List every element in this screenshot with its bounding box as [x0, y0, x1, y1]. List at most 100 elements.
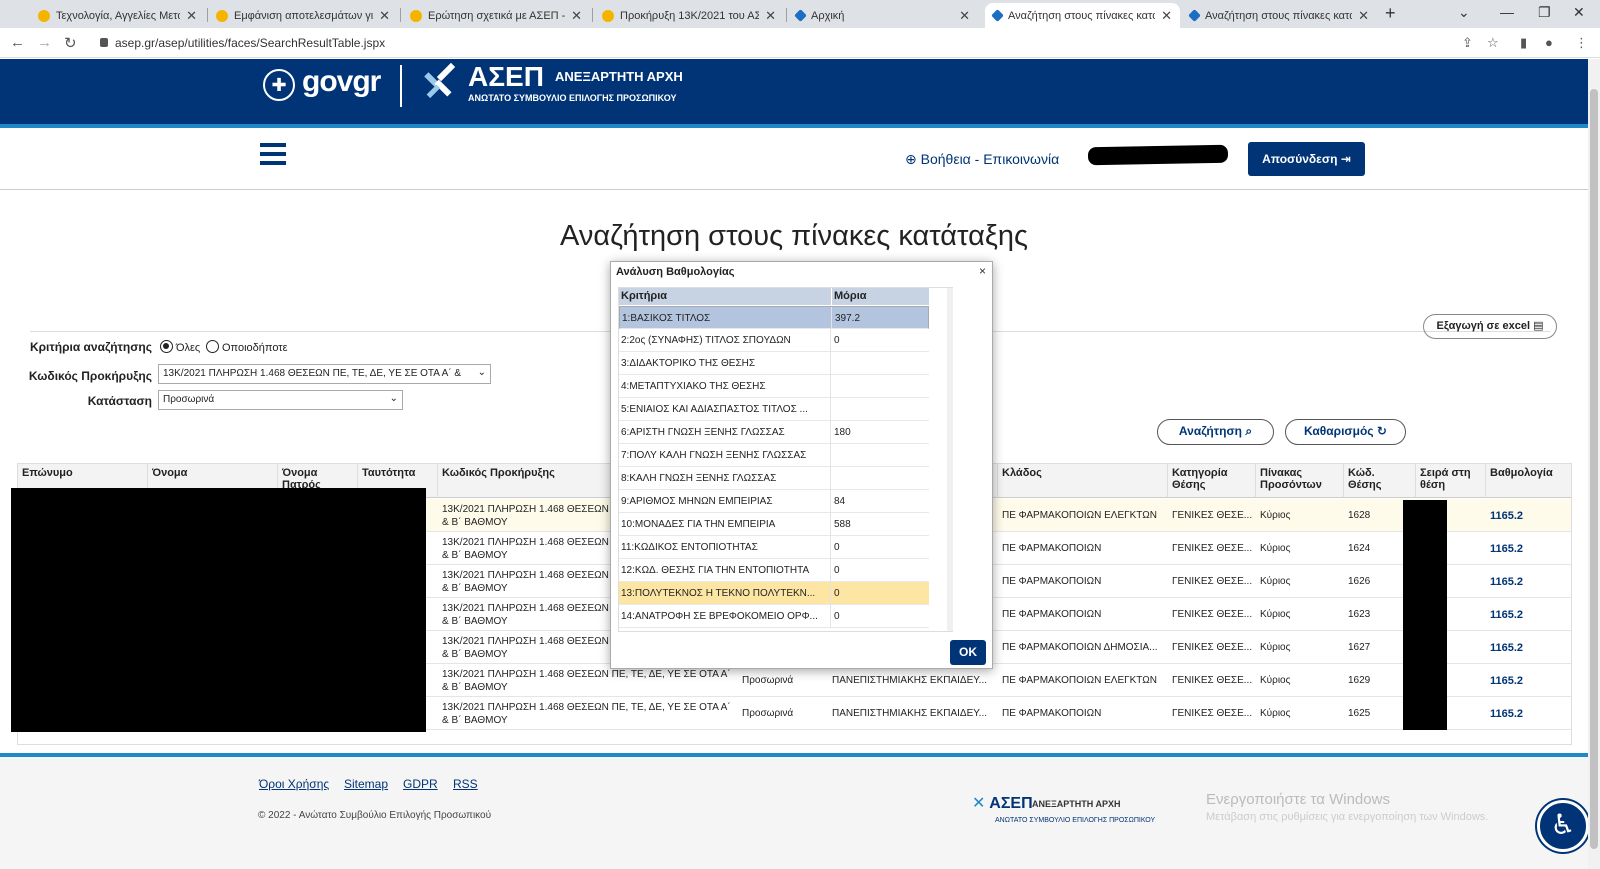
- url-field[interactable]: asep.gr/asep/utilities/faces/SearchResul…: [115, 36, 385, 50]
- ok-button[interactable]: OK: [950, 640, 986, 665]
- browser-tab-active[interactable]: Αναζήτηση στους πίνακες κατά ✕: [985, 3, 1180, 28]
- footer-link-gdpr[interactable]: GDPR: [403, 777, 438, 791]
- restore-icon[interactable]: ❐: [1538, 4, 1551, 21]
- category-cell: ΓΕΝΙΚΕΣ ΘΕΣΕ...: [1172, 609, 1253, 620]
- sidebar-icon[interactable]: ▮: [1520, 35, 1527, 51]
- new-tab-icon[interactable]: +: [1385, 3, 1396, 24]
- score-link[interactable]: 1165.2: [1486, 598, 1571, 631]
- status-select[interactable]: Προσωρινά ⌄: [158, 390, 403, 410]
- qual-table-cell: Κύριος: [1260, 708, 1291, 719]
- criteria-row[interactable]: 13:ΠΟΛΥΤΕΚΝΟΣ Η ΤΕΚΝΟ ΠΟΛΥΤΕΚΝ... 0: [619, 582, 929, 605]
- col-header-position-code[interactable]: Κώδ. Θέσης: [1344, 464, 1416, 498]
- chevron-down-icon[interactable]: ⌄: [1458, 4, 1470, 21]
- radio-all[interactable]: [160, 340, 173, 353]
- score-link[interactable]: 1165.2: [1486, 631, 1571, 664]
- criteria-row[interactable]: 12:ΚΩΔ. ΘΕΣΗΣ ΓΙΑ ΤΗΝ ΕΝΤΟΠΙΟΤΗΤΑ 0: [619, 559, 929, 582]
- col-header-rank[interactable]: Σειρά στη θέση: [1416, 464, 1486, 498]
- criteria-row[interactable]: 7:ΠΟΛΥ ΚΑΛΗ ΓΝΩΣΗ ΞΕΝΗΣ ΓΛΩΣΣΑΣ: [619, 444, 929, 467]
- menu-dots-icon[interactable]: ⋮: [1575, 35, 1588, 51]
- dialog-scrollbar[interactable]: [947, 288, 953, 631]
- criteria-row[interactable]: 5:ΕΝΙΑΙΟΣ ΚΑΙ ΑΔΙΑΣΠΑΣΤΟΣ ΤΙΤΛΟΣ ...: [619, 398, 929, 421]
- forward-icon[interactable]: →: [37, 34, 52, 51]
- criteria-row[interactable]: 11:ΚΩΔΙΚΟΣ ΕΝΤΟΠΙΟΤΗΤΑΣ 0: [619, 536, 929, 559]
- criteria-label: 2:2ος (ΣΥΝΑΦΗΣ) ΤΙΤΛΟΣ ΣΠΟΥΔΩΝ: [621, 329, 831, 352]
- close-window-icon[interactable]: ✕: [1573, 4, 1585, 21]
- browser-tab[interactable]: Ερώτηση σχετικά με ΑΣΕΠ - Μι ✕: [402, 3, 590, 28]
- page-title: Αναζήτηση στους πίνακες κατάταξης: [560, 220, 1028, 252]
- clear-button[interactable]: Καθαρισμός ↻: [1285, 419, 1406, 445]
- logout-icon: ⇥: [1340, 152, 1351, 166]
- radio-any[interactable]: [206, 340, 219, 353]
- radio-any-label: Οποιοδήποτε: [222, 342, 288, 354]
- criteria-row[interactable]: 4:ΜΕΤΑΠΤΥΧΙΑΚΟ ΤΗΣ ΘΕΣΗΣ: [619, 375, 929, 398]
- close-icon[interactable]: ✕: [186, 8, 197, 24]
- criteria-row[interactable]: 8:ΚΑΛΗ ΓΝΩΣΗ ΞΕΝΗΣ ΓΛΩΣΣΑΣ: [619, 467, 929, 490]
- criteria-row[interactable]: 6:ΑΡΙΣΤΗ ΓΝΩΣΗ ΞΕΝΗΣ ΓΛΩΣΣΑΣ 180: [619, 421, 929, 444]
- close-icon[interactable]: ✕: [571, 8, 582, 24]
- tag-icon: [602, 9, 614, 22]
- criteria-label: 12:ΚΩΔ. ΘΕΣΗΣ ΓΙΑ ΤΗΝ ΕΝΤΟΠΙΟΤΗΤΑ: [621, 559, 831, 582]
- criteria-row[interactable]: 10:ΜΟΝΑΔΕΣ ΓΙΑ ΤΗΝ ΕΜΠΕΙΡΙΑ 588: [619, 513, 929, 536]
- globe-icon: ⊕: [905, 151, 917, 167]
- lock-icon: [100, 38, 108, 47]
- criteria-label: 11:ΚΩΔΙΚΟΣ ΕΝΤΟΠΙΟΤΗΤΑΣ: [621, 536, 831, 559]
- criteria-label: 4:ΜΕΤΑΠΤΥΧΙΑΚΟ ΤΗΣ ΘΕΣΗΣ: [621, 375, 831, 398]
- share-icon[interactable]: ⇪: [1462, 35, 1473, 51]
- search-button[interactable]: Αναζήτηση ⌕: [1157, 419, 1274, 445]
- close-icon[interactable]: ✕: [1161, 8, 1172, 24]
- close-icon[interactable]: ✕: [379, 8, 390, 24]
- footer-link-terms[interactable]: Όροι Χρήσης: [259, 777, 329, 791]
- govgr-logo[interactable]: govgr: [302, 65, 381, 99]
- browser-tab[interactable]: Εμφάνιση αποτελεσμάτων για ✕: [208, 3, 398, 28]
- qual-table-cell: Κύριος: [1260, 642, 1291, 653]
- browser-tab[interactable]: Αρχική ✕: [788, 3, 978, 28]
- close-icon[interactable]: ×: [979, 264, 986, 278]
- branch-cell: ΠΕ ΦΑΡΜΑΚΟΠΟΙΩΝ ΕΛΕΓΚΤΩΝ: [1002, 510, 1157, 521]
- footer-logo-subtitle: ΑΝΕΞΑΡΤΗΤΗ ΑΡΧΗ: [1032, 799, 1121, 809]
- criteria-row[interactable]: 3:ΔΙΔΑΚΤΟΡΙΚΟ ΤΗΣ ΘΕΣΗΣ: [619, 352, 929, 375]
- close-icon[interactable]: ✕: [765, 8, 776, 24]
- radio-all-label: Όλες: [176, 342, 201, 354]
- header-divider: [400, 65, 402, 107]
- score-link[interactable]: 1165.2: [1486, 664, 1571, 697]
- browser-tab[interactable]: Προκήρυξη 13Κ/2021 του ΑΣΕΠ ✕: [594, 3, 784, 28]
- footer-link-rss[interactable]: RSS: [453, 777, 478, 791]
- back-icon[interactable]: ←: [10, 34, 25, 51]
- accessibility-icon[interactable]: ♿: [1537, 800, 1589, 852]
- branch-cell: ΠΕ ΦΑΡΜΑΚΟΠΟΙΩΝ ΕΛΕΓΚΤΩΝ: [1002, 675, 1157, 686]
- col-header-points: Μόρια: [832, 288, 929, 305]
- close-icon[interactable]: ✕: [1358, 8, 1369, 24]
- col-header-qual-table[interactable]: Πίνακας Προσόντων: [1256, 464, 1344, 498]
- criteria-row[interactable]: 9:ΑΡΙΘΜΟΣ ΜΗΝΩΝ ΕΜΠΕΙΡΙΑΣ 84: [619, 490, 929, 513]
- footer-logo-title: ΑΣΕΠ: [989, 795, 1033, 812]
- reload-icon[interactable]: ↻: [64, 34, 77, 52]
- export-label: Εξαγωγή σε excel: [1436, 320, 1531, 332]
- minimize-icon[interactable]: —: [1500, 4, 1514, 20]
- page-scrollbar[interactable]: [1588, 59, 1600, 869]
- close-icon[interactable]: ✕: [959, 8, 970, 24]
- score-link[interactable]: 1165.2: [1486, 697, 1571, 730]
- announcement-code-select[interactable]: 13Κ/2021 ΠΛΗΡΩΣΗ 1.468 ΘΕΣΕΩΝ ΠΕ, ΤΕ, ΔΕ…: [158, 364, 491, 384]
- browser-tab[interactable]: Αναζήτηση στους πίνακες κατά ✕: [1182, 3, 1377, 28]
- criteria-row[interactable]: 1:ΒΑΣΙΚΟΣ ΤΙΤΛΟΣ 397.2: [619, 306, 929, 329]
- branch-cell: ΠΕ ΦΑΡΜΑΚΟΠΟΙΩΝ: [1002, 708, 1102, 719]
- score-link[interactable]: 1165.2: [1486, 565, 1571, 598]
- score-link[interactable]: 1165.2: [1486, 499, 1571, 532]
- browser-tab[interactable]: Τεχνολογία, Αγγελίες Μεταχ ✕: [30, 3, 205, 28]
- footer-link-sitemap[interactable]: Sitemap: [344, 777, 388, 791]
- star-icon[interactable]: ☆: [1487, 35, 1499, 51]
- criteria-label: 6:ΑΡΙΣΤΗ ΓΝΩΣΗ ΞΕΝΗΣ ΓΛΩΣΣΑΣ: [621, 421, 831, 444]
- profile-icon[interactable]: ●: [1545, 35, 1553, 50]
- status-value: Προσωρινά: [163, 394, 215, 405]
- qual-table-cell: Κύριος: [1260, 510, 1291, 521]
- criteria-row[interactable]: 2:2ος (ΣΥΝΑΦΗΣ) ΤΙΤΛΟΣ ΣΠΟΥΔΩΝ 0: [619, 329, 929, 352]
- score-link[interactable]: 1165.2: [1486, 532, 1571, 565]
- hamburger-menu-icon[interactable]: [260, 143, 286, 165]
- col-header-branch[interactable]: Κλάδος: [998, 464, 1168, 498]
- logout-button[interactable]: Αποσύνδεση ⇥: [1248, 142, 1365, 176]
- col-header-score[interactable]: Βαθμολογία: [1486, 464, 1571, 498]
- col-header-category[interactable]: Κατηγορία Θέσης: [1168, 464, 1256, 498]
- export-excel-button[interactable]: Εξαγωγή σε excel ▤: [1423, 314, 1557, 339]
- criteria-row[interactable]: 14:ΑΝΑΤΡΟΦΗ ΣΕ ΒΡΕΦΟΚΟΜΕΙΟ ΟΡΦ... 0: [619, 605, 929, 628]
- help-contact-link[interactable]: ⊕ Βοήθεια - Επικοινωνία: [905, 151, 1059, 168]
